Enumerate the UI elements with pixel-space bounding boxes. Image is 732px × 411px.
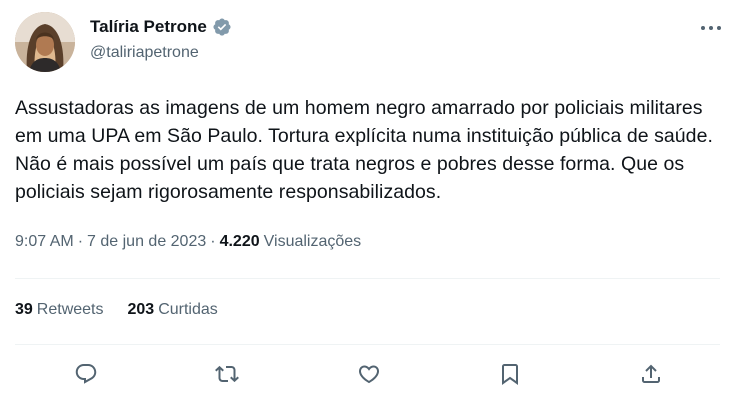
likes-stat[interactable]: 203 Curtidas <box>128 301 218 319</box>
retweets-stat[interactable]: 39 Retweets <box>15 301 104 319</box>
reply-icon <box>75 364 97 384</box>
divider <box>15 278 720 279</box>
retweet-icon <box>215 365 239 383</box>
verified-badge-icon <box>212 17 232 37</box>
more-options-button[interactable] <box>698 18 724 38</box>
action-bar <box>0 355 732 393</box>
tweet-meta: 9:07 AM · 7 de jun de 2023 · 4.220 Visua… <box>15 233 361 251</box>
bookmark-button[interactable] <box>491 355 529 393</box>
tweet-card: Talíria Petrone @taliriapetrone Assustad… <box>0 0 732 411</box>
avatar-image <box>15 12 75 72</box>
tweet-date[interactable]: 7 de jun de 2023 <box>87 233 206 251</box>
views-label: Visualizações <box>263 233 362 250</box>
tweet-text: Assustadoras as imagens de um homem negr… <box>15 97 713 203</box>
bookmark-icon <box>502 364 518 385</box>
retweets-label: Retweets <box>36 301 104 318</box>
author-handle[interactable]: @taliriapetrone <box>90 44 199 62</box>
meta-separator: · <box>210 233 216 250</box>
meta-separator: · <box>77 233 84 250</box>
divider <box>15 344 720 345</box>
like-button[interactable] <box>350 355 388 393</box>
heart-icon <box>358 365 380 384</box>
retweets-count: 39 <box>15 301 33 318</box>
author-name-row: Talíria Petrone <box>90 15 232 39</box>
tweet-stats: 39 Retweets 203 Curtidas <box>15 301 242 319</box>
reply-button[interactable] <box>67 355 105 393</box>
author-name[interactable]: Talíria Petrone <box>90 17 207 37</box>
avatar[interactable] <box>15 12 75 72</box>
likes-count: 203 <box>127 301 155 318</box>
tweet-time[interactable]: 9:07 AM <box>15 233 74 251</box>
share-icon <box>642 364 660 383</box>
share-button[interactable] <box>632 355 670 393</box>
retweet-button[interactable] <box>208 355 246 393</box>
more-dots-icon <box>701 26 721 30</box>
likes-label: Curtidas <box>158 301 218 318</box>
views-count: 4.220 <box>219 233 260 250</box>
